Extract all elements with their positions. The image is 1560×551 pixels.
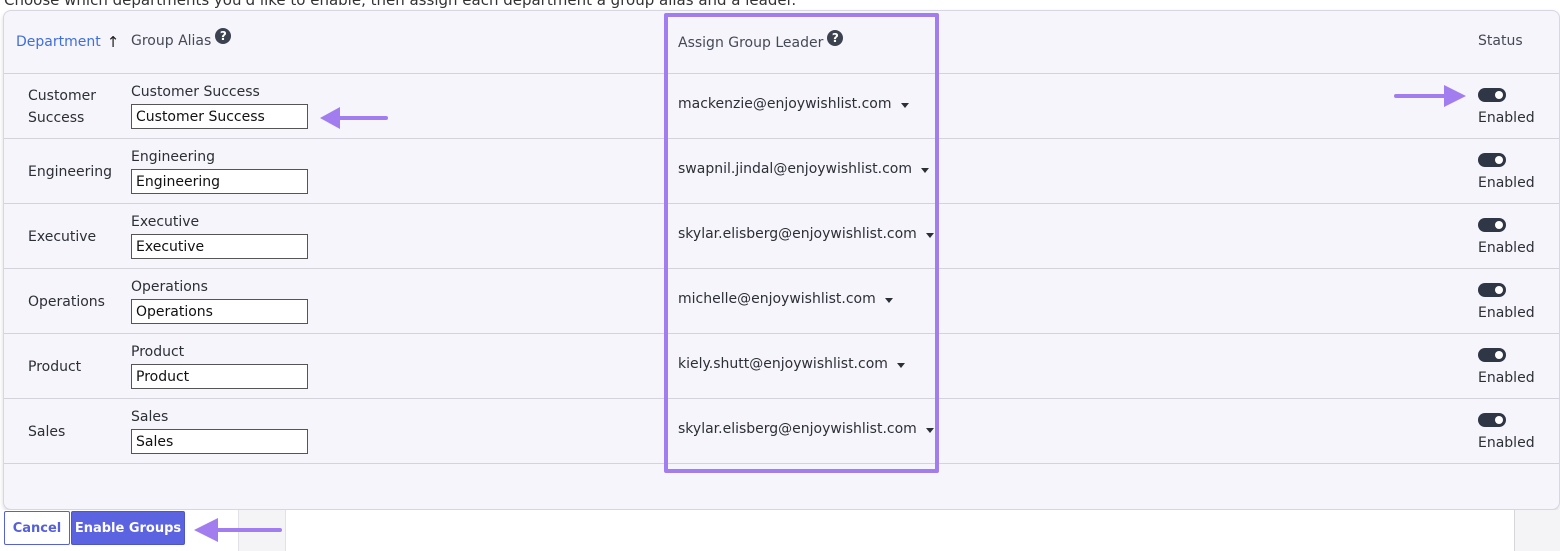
background-panel [238, 510, 286, 551]
table-row: Executive Executive skylar.elisberg@enjo… [4, 204, 1559, 269]
caret-down-icon [920, 167, 929, 173]
status-toggle[interactable] [1478, 413, 1506, 427]
group-alias-input[interactable] [131, 429, 308, 454]
toggle-knob [1495, 351, 1503, 359]
help-icon[interactable]: ? [827, 30, 844, 46]
caret-down-icon [884, 297, 893, 303]
cancel-button[interactable]: Cancel [4, 511, 70, 545]
column-header-status: Status [1478, 33, 1523, 49]
column-header-assign-group-leader: Assign Group Leader ? [678, 30, 844, 51]
footer-area [0, 510, 1560, 551]
alias-label: Operations [131, 279, 208, 295]
table-row: Customer Success Customer Success macken… [4, 74, 1559, 139]
toggle-knob [1495, 221, 1503, 229]
group-alias-input[interactable] [131, 364, 308, 389]
toggle-knob [1495, 286, 1503, 294]
department-rows: Customer Success Customer Success macken… [4, 74, 1559, 464]
toggle-knob [1495, 416, 1503, 424]
alias-label: Engineering [131, 149, 215, 165]
status-label: Enabled [1478, 175, 1535, 191]
status-toggle[interactable] [1478, 218, 1506, 232]
alias-label: Sales [131, 409, 169, 425]
table-row: Operations Operations michelle@enjoywish… [4, 269, 1559, 334]
alias-label: Product [131, 344, 185, 360]
department-name: Executive [28, 228, 97, 245]
group-leader-dropdown[interactable]: mackenzie@enjoywishlist.com [678, 96, 909, 112]
sort-ascending-icon: ↑ [106, 33, 120, 51]
column-header-department[interactable]: Department ↑ [16, 33, 119, 51]
department-name: Sales [28, 423, 66, 440]
alias-label: Executive [131, 214, 200, 230]
instruction-text: Choose which departments you'd like to e… [4, 0, 797, 9]
status-label: Enabled [1478, 240, 1535, 256]
group-leader-dropdown[interactable]: kiely.shutt@enjoywishlist.com [678, 356, 905, 372]
status-label: Enabled [1478, 370, 1535, 386]
group-alias-input[interactable] [131, 234, 308, 259]
column-header-group-alias: Group Alias ? [131, 28, 232, 49]
table-row: Sales Sales skylar.elisberg@enjoywishlis… [4, 399, 1559, 464]
table-header: Department ↑ Group Alias ? Assign Group … [4, 11, 1559, 74]
group-leader-dropdown[interactable]: skylar.elisberg@enjoywishlist.com [678, 226, 934, 242]
status-toggle[interactable] [1478, 153, 1506, 167]
background-panel [1514, 510, 1560, 551]
status-toggle[interactable] [1478, 283, 1506, 297]
alias-label: Customer Success [131, 84, 260, 100]
group-alias-input[interactable] [131, 169, 308, 194]
department-name: Customer Success [28, 87, 97, 126]
status-label: Enabled [1478, 305, 1535, 321]
group-alias-input[interactable] [131, 104, 308, 129]
group-alias-input[interactable] [131, 299, 308, 324]
table-row: Engineering Engineering swapnil.jindal@e… [4, 139, 1559, 204]
toggle-knob [1495, 91, 1503, 99]
department-name: Engineering [28, 163, 112, 180]
caret-down-icon [925, 232, 934, 238]
enable-groups-button[interactable]: Enable Groups [71, 511, 185, 545]
caret-down-icon [900, 102, 909, 108]
status-toggle[interactable] [1478, 88, 1506, 102]
status-label: Enabled [1478, 435, 1535, 451]
department-groups-panel: Department ↑ Group Alias ? Assign Group … [3, 10, 1560, 510]
group-leader-dropdown[interactable]: skylar.elisberg@enjoywishlist.com [678, 421, 934, 437]
department-name: Operations [28, 293, 105, 310]
caret-down-icon [896, 362, 905, 368]
status-toggle[interactable] [1478, 348, 1506, 362]
department-name: Product [28, 358, 82, 375]
group-leader-dropdown[interactable]: michelle@enjoywishlist.com [678, 291, 893, 307]
group-leader-dropdown[interactable]: swapnil.jindal@enjoywishlist.com [678, 161, 929, 177]
toggle-knob [1495, 156, 1503, 164]
caret-down-icon [925, 427, 934, 433]
help-icon[interactable]: ? [215, 28, 232, 44]
status-label: Enabled [1478, 110, 1535, 126]
table-row: Product Product kiely.shutt@enjoywishlis… [4, 334, 1559, 399]
